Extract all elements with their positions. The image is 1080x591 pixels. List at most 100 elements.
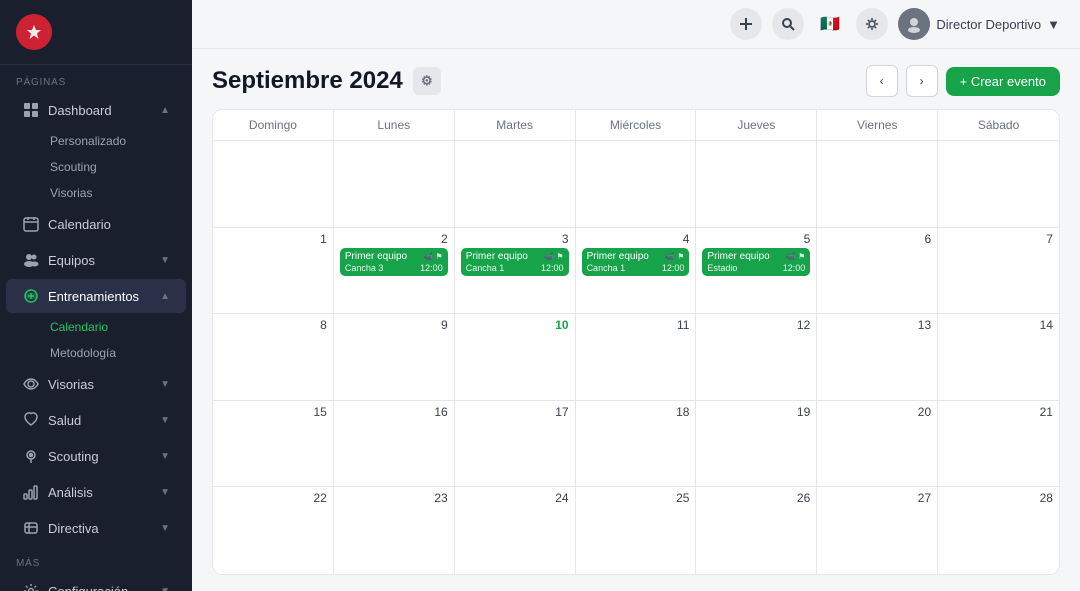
event-icons: 📹⚑: [786, 252, 805, 261]
calendar-cell-w0d4[interactable]: [696, 141, 817, 227]
calendar-cell-w1d3[interactable]: 4Primer equipo📹⚑Cancha 112:00: [576, 228, 697, 314]
sidebar-item-configuracion[interactable]: Configuración ▼: [6, 574, 186, 591]
sidebar-item-salud[interactable]: Salud ▼: [6, 403, 186, 437]
sidebar-item-directiva-left: Directiva: [22, 519, 99, 537]
sidebar-sub-visorias-dash[interactable]: Visorias: [6, 181, 186, 205]
calendar-cell-w0d1[interactable]: [334, 141, 455, 227]
calendar-cell-w4d0[interactable]: 22: [213, 487, 334, 574]
calendar-cell-w0d0[interactable]: [213, 141, 334, 227]
next-month-button[interactable]: ›: [906, 65, 938, 97]
calendar-cell-w4d4[interactable]: 26: [696, 487, 817, 574]
sidebar-sub-calendario[interactable]: Calendario: [6, 315, 186, 339]
calendar-settings-button[interactable]: ⚙: [413, 67, 441, 95]
day-header-domingo: Domingo: [213, 110, 334, 140]
calendar-nav: ‹ › + Crear evento: [866, 65, 1060, 97]
sidebar-item-visorias-label: Visorias: [48, 377, 94, 392]
event-location: Cancha 3: [345, 263, 384, 273]
theme-toggle[interactable]: [856, 8, 888, 40]
calendar-cell-w2d2[interactable]: 10: [455, 314, 576, 400]
calendar-cell-w2d5[interactable]: 13: [817, 314, 938, 400]
sidebar-item-calendario-left: Calendario: [22, 215, 111, 233]
cell-date-16: 16: [340, 405, 448, 419]
sidebar-item-visorias[interactable]: Visorias ▼: [6, 367, 186, 401]
calendar-cell-w1d0[interactable]: 1: [213, 228, 334, 314]
calendar-cell-w2d6[interactable]: 14: [938, 314, 1059, 400]
day-header-viernes: Viernes: [817, 110, 938, 140]
sidebar-item-calendario[interactable]: Calendario: [6, 207, 186, 241]
calendar-cell-w0d3[interactable]: [576, 141, 697, 227]
event-card-top: Primer equipo📹⚑: [345, 251, 443, 262]
event-card-w1d4e0[interactable]: Primer equipo📹⚑Estadio12:00: [702, 248, 810, 276]
calendar-cell-w1d5[interactable]: 6: [817, 228, 938, 314]
event-bottom: Estadio12:00: [707, 263, 805, 273]
create-event-button[interactable]: + Crear evento: [946, 67, 1060, 96]
calendar-cell-w2d0[interactable]: 8: [213, 314, 334, 400]
cell-date-9: 9: [340, 318, 448, 332]
calendar-cell-w4d2[interactable]: 24: [455, 487, 576, 574]
event-card-w1d1e0[interactable]: Primer equipo📹⚑Cancha 312:00: [340, 248, 448, 276]
calendar-cell-w4d6[interactable]: 28: [938, 487, 1059, 574]
calendar-cell-w3d3[interactable]: 18: [576, 401, 697, 487]
calendar-cell-w2d3[interactable]: 11: [576, 314, 697, 400]
event-bottom: Cancha 112:00: [587, 263, 685, 273]
cell-date-6: 6: [823, 232, 931, 246]
calendar-cell-w0d2[interactable]: [455, 141, 576, 227]
calendar-cell-w3d6[interactable]: 21: [938, 401, 1059, 487]
calendar-cell-w1d1[interactable]: 2Primer equipo📹⚑Cancha 312:00: [334, 228, 455, 314]
calendar-cell-w2d1[interactable]: 9: [334, 314, 455, 400]
prev-month-button[interactable]: ‹: [866, 65, 898, 97]
sidebar-item-salud-left: Salud: [22, 411, 81, 429]
sidebar-sub-personalizado[interactable]: Personalizado: [6, 129, 186, 153]
event-icons: 📹⚑: [544, 252, 563, 261]
sidebar-item-dashboard[interactable]: Dashboard ▲: [6, 93, 186, 127]
calendar-days-header: Domingo Lunes Martes Miércoles Jueves Vi…: [213, 110, 1059, 141]
calendar-cell-w3d0[interactable]: 15: [213, 401, 334, 487]
calendar-body: 12Primer equipo📹⚑Cancha 312:003Primer eq…: [213, 141, 1059, 574]
main-content: 🇲🇽 Director Deportivo ▼ Septiembre 2024 …: [192, 0, 1080, 591]
day-header-jueves: Jueves: [696, 110, 817, 140]
sidebar-sub-scouting-dash[interactable]: Scouting: [6, 155, 186, 179]
sidebar-item-scouting[interactable]: Scouting ▼: [6, 439, 186, 473]
cell-date-23: 23: [340, 491, 448, 505]
calendar-cell-w3d2[interactable]: 17: [455, 401, 576, 487]
event-card-w1d3e0[interactable]: Primer equipo📹⚑Cancha 112:00: [582, 248, 690, 276]
event-card-w1d2e0[interactable]: Primer equipo📹⚑Cancha 112:00: [461, 248, 569, 276]
calendar-cell-w3d5[interactable]: 20: [817, 401, 938, 487]
sidebar-item-analisis[interactable]: Análisis ▼: [6, 475, 186, 509]
flag-icon[interactable]: 🇲🇽: [814, 8, 846, 40]
app-logo: [16, 14, 52, 50]
calendar-cell-w2d4[interactable]: 12: [696, 314, 817, 400]
sidebar-item-scouting-label: Scouting: [48, 449, 99, 464]
cell-date-11: 11: [582, 318, 690, 332]
user-menu[interactable]: Director Deportivo ▼: [898, 8, 1060, 40]
calendar-cell-w0d6[interactable]: [938, 141, 1059, 227]
add-button[interactable]: [730, 8, 762, 40]
calendar-cell-w1d6[interactable]: 7: [938, 228, 1059, 314]
dashboard-icon: [22, 101, 40, 119]
event-location: Cancha 1: [587, 263, 626, 273]
day-header-lunes: Lunes: [334, 110, 455, 140]
calendar-cell-w3d4[interactable]: 19: [696, 401, 817, 487]
day-header-martes: Martes: [455, 110, 576, 140]
sidebar-sub-metodologia[interactable]: Metodología: [6, 341, 186, 365]
dashboard-chevron: ▲: [160, 105, 170, 116]
cell-date-24: 24: [461, 491, 569, 505]
calendar-cell-w4d5[interactable]: 27: [817, 487, 938, 574]
entrenamientos-chevron: ▲: [160, 291, 170, 302]
calendar-week-3: 15 16 17 18 192021: [213, 401, 1059, 488]
calendar-cell-w4d3[interactable]: 25: [576, 487, 697, 574]
salud-chevron: ▼: [160, 415, 170, 426]
calendar-week-1: 12Primer equipo📹⚑Cancha 312:003Primer eq…: [213, 228, 1059, 315]
scouting-icon: [22, 447, 40, 465]
sidebar-item-equipos[interactable]: Equipos ▼: [6, 243, 186, 277]
search-button[interactable]: [772, 8, 804, 40]
calendar-cell-w3d1[interactable]: 16: [334, 401, 455, 487]
calendar-cell-w1d2[interactable]: 3Primer equipo📹⚑Cancha 112:00: [455, 228, 576, 314]
cell-date-18: 18: [582, 405, 690, 419]
sidebar-item-entrenamientos[interactable]: Entrenamientos ▲: [6, 279, 186, 313]
calendar-cell-w1d4[interactable]: 5Primer equipo📹⚑Estadio12:00: [696, 228, 817, 314]
event-icons: 📹⚑: [665, 252, 684, 261]
calendar-cell-w4d1[interactable]: 23: [334, 487, 455, 574]
calendar-cell-w0d5[interactable]: [817, 141, 938, 227]
sidebar-item-directiva[interactable]: Directiva ▼: [6, 511, 186, 545]
